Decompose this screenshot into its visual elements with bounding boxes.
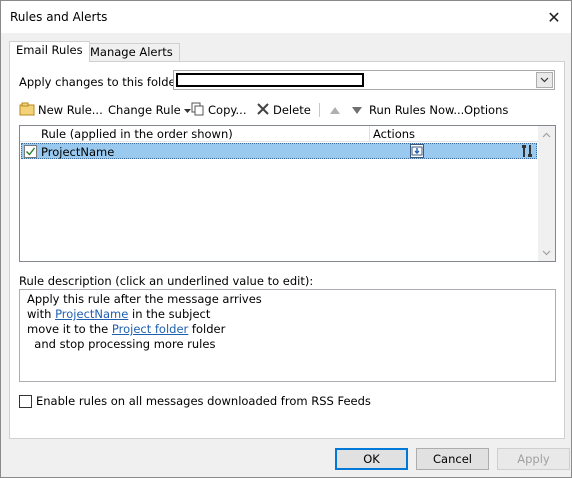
delete-label: Delete	[273, 103, 311, 117]
delete-button[interactable]: Delete	[256, 102, 311, 118]
rss-rules-checkbox[interactable]	[19, 394, 32, 408]
chevron-down-icon[interactable]	[536, 72, 553, 88]
column-header-rule[interactable]: Rule (applied in the order shown)	[41, 127, 233, 141]
chevron-up-icon	[542, 132, 551, 137]
description-text: in the subject	[128, 307, 211, 321]
rule-tools-icon	[520, 144, 534, 161]
apply-button[interactable]: Apply	[497, 448, 570, 470]
rss-rules-label: Enable rules on all messages downloaded …	[36, 394, 371, 408]
apply-label: Apply	[517, 452, 550, 466]
chevron-down-icon	[183, 103, 191, 117]
new-rule-icon	[19, 102, 35, 119]
check-icon	[26, 147, 36, 156]
new-rule-button[interactable]: New Rule...	[19, 102, 103, 118]
copy-button[interactable]: Copy...	[191, 102, 247, 118]
options-label: Options	[464, 103, 509, 117]
close-icon: ✕	[547, 7, 561, 27]
scroll-up-button[interactable]	[538, 126, 555, 143]
target-folder-link[interactable]: Project folder	[112, 322, 188, 336]
copy-icon	[191, 102, 205, 119]
close-button[interactable]: ✕	[537, 1, 571, 33]
cancel-button[interactable]: Cancel	[416, 448, 489, 470]
ok-button[interactable]: OK	[335, 448, 408, 470]
arrow-up-icon	[330, 103, 340, 117]
dialog-title: Rules and Alerts	[10, 10, 108, 24]
description-line: and stop processing more rules	[27, 337, 216, 351]
rule-name: ProjectName	[41, 145, 115, 159]
tab-manage-alerts-label: Manage Alerts	[90, 45, 173, 59]
description-text: move it to the	[27, 322, 112, 336]
new-rule-label: New Rule...	[38, 103, 103, 117]
move-to-folder-action-icon	[410, 144, 424, 158]
toolbar-separator	[319, 103, 320, 117]
list-header: Rule (applied in the order shown) Action…	[20, 126, 538, 142]
cancel-label: Cancel	[433, 452, 472, 466]
options-button[interactable]: Options	[464, 102, 508, 118]
rules-toolbar: New Rule... Change Rule Copy... Delete R…	[19, 100, 559, 120]
rules-list[interactable]: Rule (applied in the order shown) Action…	[19, 125, 556, 262]
tab-email-rules-label: Email Rules	[16, 43, 83, 57]
description-line: move it to the Project folder folder	[27, 322, 548, 337]
tab-manage-alerts[interactable]: Manage Alerts	[83, 43, 180, 61]
run-rules-now-label: Run Rules Now...	[369, 103, 465, 117]
folder-label: Apply changes to this folder:	[19, 75, 184, 89]
change-rule-label: Change Rule	[108, 103, 181, 117]
scroll-down-button[interactable]	[538, 244, 555, 261]
rss-rules-option[interactable]: Enable rules on all messages downloaded …	[19, 394, 371, 408]
description-line: with ProjectName in the subject	[27, 307, 548, 322]
rule-enabled-checkbox[interactable]	[24, 145, 37, 158]
rule-description-box: Apply this rule after the message arrive…	[19, 289, 556, 382]
move-down-button[interactable]	[352, 102, 362, 118]
folder-value-redacted	[176, 73, 364, 87]
description-line: Apply this rule after the message arrive…	[27, 292, 262, 306]
vertical-scrollbar[interactable]	[538, 126, 555, 261]
run-rules-now-button[interactable]: Run Rules Now...	[369, 102, 464, 118]
title-bar: Rules and Alerts ✕	[1, 1, 571, 33]
folder-combobox[interactable]	[173, 70, 555, 90]
column-header-actions[interactable]: Actions	[373, 127, 415, 141]
ok-label: OK	[363, 452, 380, 466]
description-text: folder	[188, 322, 226, 336]
chevron-down-icon	[542, 250, 551, 255]
tab-email-rules[interactable]: Email Rules	[9, 41, 90, 62]
move-up-button[interactable]	[330, 102, 340, 118]
description-text: with	[27, 307, 56, 321]
rules-and-alerts-dialog: Rules and Alerts ✕ Email Rules Manage Al…	[0, 0, 572, 478]
rule-description-label: Rule description (click an underlined va…	[19, 274, 314, 288]
table-row[interactable]: ProjectName	[21, 143, 537, 159]
column-divider[interactable]	[369, 126, 370, 142]
change-rule-button[interactable]: Change Rule	[108, 102, 191, 118]
email-rules-panel: Apply changes to this folder: New Rule..…	[9, 61, 565, 439]
subject-value-link[interactable]: ProjectName	[55, 307, 128, 321]
arrow-down-icon	[352, 103, 362, 117]
copy-label: Copy...	[208, 103, 247, 117]
delete-icon	[256, 102, 270, 119]
